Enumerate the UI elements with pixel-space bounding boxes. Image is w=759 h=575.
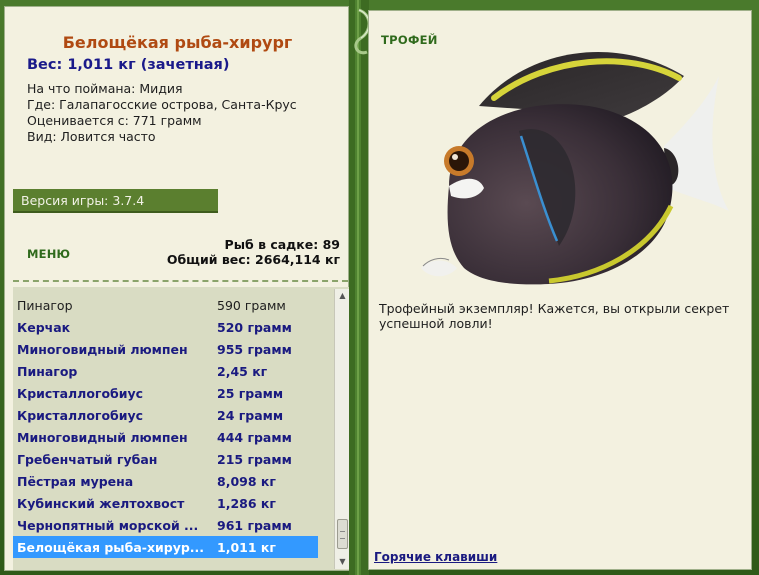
catch-fish-weight: 2,45 кг: [217, 363, 268, 379]
catch-fish-weight: 1,011 кг: [217, 539, 276, 555]
scroll-thumb[interactable]: [337, 519, 348, 549]
catch-fish-weight: 590 грамм: [217, 297, 286, 313]
catch-fish-name: Пёстрая мурена: [17, 473, 134, 489]
trophy-panel: ТРОФЕЙ Трофейный экземпляр! Кажется, вы …: [368, 10, 752, 570]
catch-list-item[interactable]: Керчак 520 грамм: [13, 316, 318, 338]
catch-fish-weight: 24 грамм: [217, 407, 284, 423]
vine-divider: [349, 0, 369, 575]
catch-fish-name: Пинагор: [17, 297, 73, 313]
catch-fish-weight: 955 грамм: [217, 341, 292, 357]
catch-fish-name: Гребенчатый губан: [17, 451, 158, 467]
version-bar: Версия игры: 3.7.4: [13, 189, 218, 213]
catch-fish-name: Керчак: [17, 319, 71, 335]
fish-count: Рыб в садке: 89: [224, 237, 340, 252]
catch-list-item[interactable]: Пёстрая мурена 8,098 кг: [13, 470, 318, 492]
catch-fish-name: Белощёкая рыба-хирур...: [17, 539, 205, 555]
list-scrollbar[interactable]: ▲ ▼: [334, 289, 349, 569]
catch-list-item-selected[interactable]: Белощёкая рыба-хирур... 1,011 кг: [13, 536, 318, 558]
catch-list-item[interactable]: Миноговидный люмпен 955 грамм: [13, 338, 318, 360]
catch-fish-weight: 444 грамм: [217, 429, 292, 445]
catch-list-item[interactable]: Пинагор 2,45 кг: [13, 360, 318, 382]
catch-fish-name: Кристаллогобиус: [17, 385, 144, 401]
catch-fish-name: Миноговидный люмпен: [17, 341, 188, 357]
catch-fish-weight: 215 грамм: [217, 451, 292, 467]
catch-list-item[interactable]: Кристаллогобиус 25 грамм: [13, 382, 318, 404]
fish-title: Белощёкая рыба-хирург: [62, 33, 293, 52]
divider: [13, 280, 348, 282]
catch-fish-weight: 8,098 кг: [217, 473, 276, 489]
catch-list-item[interactable]: Кристаллогобиус 24 грамм: [13, 404, 318, 426]
catch-list-item[interactable]: Гребенчатый губан 215 грамм: [13, 448, 318, 470]
catch-list[interactable]: ▲ ▼ Пинагор 590 грамм Керчак 520 грамм Миног…: [13, 287, 350, 570]
valued-from-info: Оценивается с: 771 грамм: [27, 113, 202, 128]
catch-list-item[interactable]: Миноговидный люмпен 444 грамм: [13, 426, 318, 448]
catch-fish-weight: 1,286 кг: [217, 495, 276, 511]
keepnet-stats: Рыб в садке: 89 Общий вес: 2664,114 кг: [167, 237, 340, 267]
trophy-message: Трофейный экземпляр! Кажется, вы открыли…: [379, 301, 730, 331]
catch-fish-name: Кубинский желтохвост: [17, 495, 185, 511]
catch-fish-name: Миноговидный люмпен: [17, 429, 188, 445]
catch-fish-weight: 961 грамм: [217, 517, 292, 533]
catch-fish-weight: 520 грамм: [217, 319, 292, 335]
total-weight: Общий вес: 2664,114 кг: [166, 252, 340, 267]
bait-info: На что поймана: Мидия: [27, 81, 183, 96]
frequency-info: Вид: Ловится часто: [27, 129, 156, 144]
scroll-down-icon[interactable]: ▼: [335, 555, 350, 569]
catch-list-item[interactable]: Чернопятный морской ... 961 грамм: [13, 514, 318, 536]
fish-weight: Вес: 1,011 кг (зачетная): [27, 57, 230, 73]
fish-image: [421, 51, 729, 285]
menu-button[interactable]: МЕНЮ: [27, 247, 70, 261]
catch-list-item[interactable]: Пинагор 590 грамм: [13, 294, 318, 316]
hotkeys-link[interactable]: Горячие клавиши: [374, 550, 497, 564]
catch-fish-name: Пинагор: [17, 363, 78, 379]
catch-fish-name: Чернопятный морской ...: [17, 517, 199, 533]
location-info: Где: Галапагосские острова, Санта-Крус: [27, 97, 297, 112]
catch-fish-weight: 25 грамм: [217, 385, 284, 401]
catch-fish-name: Кристаллогобиус: [17, 407, 144, 423]
fish-info-panel: Белощёкая рыба-хирург Вес: 1,011 кг (зач…: [4, 6, 350, 571]
scroll-up-icon[interactable]: ▲: [335, 289, 350, 303]
catch-list-item[interactable]: Кубинский желтохвост 1,286 кг: [13, 492, 318, 514]
